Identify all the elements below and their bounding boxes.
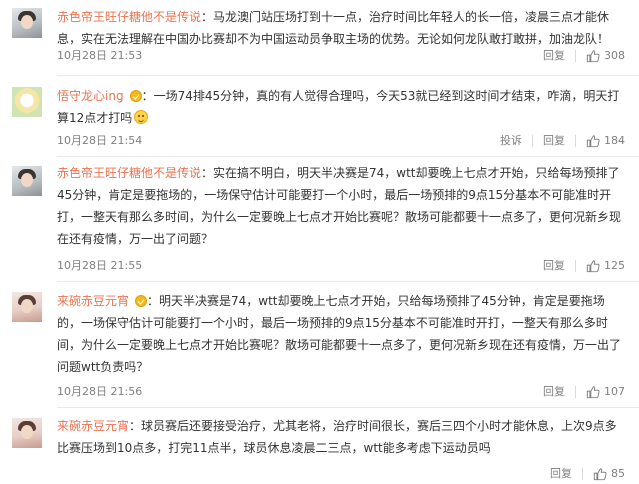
thumbs-up-icon: [586, 50, 600, 63]
comment-meta: 10月28日 21:54 投诉 回复 184: [57, 133, 625, 149]
comment-time: 10月28日 21:56: [57, 385, 143, 398]
like-button[interactable]: 85: [593, 466, 625, 482]
divider: [532, 135, 533, 147]
username-link[interactable]: 赤色帝王旺仔糖他不是传说: [57, 166, 201, 180]
like-button[interactable]: 107: [586, 384, 625, 400]
comment-meta: 10月28日 21:56 回复 107: [57, 384, 625, 400]
vip-badge-icon: [129, 90, 142, 102]
comment-text: ：球员赛后还要接受治疗，尤其老将，治疗时间很长，赛后三四个小时才能休息，上次9点…: [57, 419, 617, 455]
comment-meta: 回复 85: [57, 466, 625, 482]
comment-time: 10月28日 21:55: [57, 259, 143, 272]
report-button[interactable]: 投诉: [500, 133, 522, 149]
thumbs-up-icon: [586, 386, 600, 399]
like-count: 85: [611, 467, 625, 480]
like-count: 308: [604, 49, 625, 62]
comment-divider: [57, 75, 639, 76]
like-count: 184: [604, 134, 625, 147]
username-link[interactable]: 来碗赤豆元宵: [57, 294, 129, 308]
emoji-icon: [134, 110, 149, 124]
comment-body: 赤色帝王旺仔糖他不是传说：实在搞不明白，明天半决赛是74，wtt却要晚上七点才开…: [57, 162, 625, 250]
reply-button[interactable]: 回复: [550, 466, 572, 482]
thumbs-up-icon: [586, 260, 600, 273]
comment-body: 来碗赤豆元宵 ：明天半决赛是74，wtt却要晚上七点才开始，只给每场预排了45分钟…: [57, 290, 625, 378]
comment-meta: 10月28日 21:55 回复 125: [57, 258, 625, 274]
avatar[interactable]: [12, 87, 42, 117]
like-count: 125: [604, 259, 625, 272]
thumbs-up-icon: [593, 468, 607, 481]
thumbs-up-icon: [586, 135, 600, 148]
like-button[interactable]: 184: [586, 133, 625, 149]
comment-divider: [57, 156, 639, 157]
like-count: 107: [604, 385, 625, 398]
username-link[interactable]: 来碗赤豆元宵: [57, 419, 129, 433]
reply-button[interactable]: 回复: [543, 384, 565, 400]
reply-button[interactable]: 回复: [543, 133, 565, 149]
divider: [582, 468, 583, 480]
reply-button[interactable]: 回复: [543, 258, 565, 274]
comment-divider: [57, 281, 639, 282]
divider: [575, 260, 576, 272]
avatar[interactable]: [12, 166, 42, 196]
comment-actions: 回复 107: [543, 384, 625, 400]
divider: [575, 386, 576, 398]
comment-actions: 回复 85: [550, 466, 625, 482]
comment-actions: 回复 308: [543, 48, 625, 64]
comment-body: 赤色帝王旺仔糖他不是传说：马龙澳门站压场打到十一点，治疗时间比年轻人的长一倍，凌…: [57, 6, 625, 50]
comment-time: 10月28日 21:54: [57, 134, 143, 147]
divider: [575, 50, 576, 62]
avatar[interactable]: [12, 292, 42, 322]
like-button[interactable]: 125: [586, 258, 625, 274]
comment-actions: 回复 125: [543, 258, 625, 274]
reply-button[interactable]: 回复: [543, 48, 565, 64]
comment-actions: 投诉 回复 184: [500, 133, 625, 149]
comment-meta: 10月28日 21:53 回复 308: [57, 48, 625, 64]
avatar[interactable]: [12, 8, 42, 38]
like-button[interactable]: 308: [586, 48, 625, 64]
avatar[interactable]: [12, 418, 42, 448]
vip-badge-icon: [135, 295, 148, 307]
username-link[interactable]: 赤色帝王旺仔糖他不是传说: [57, 10, 201, 24]
username-link[interactable]: 悟守龙心ing: [57, 89, 124, 103]
comment-divider: [57, 407, 639, 408]
comment-body: 来碗赤豆元宵：球员赛后还要接受治疗，尤其老将，治疗时间很长，赛后三四个小时才能休…: [57, 415, 625, 459]
comment-time: 10月28日 21:53: [57, 49, 143, 62]
comment-body: 悟守龙心ing ：一场74排45分钟，真的有人觉得合理吗，今天53就已经到这时间才…: [57, 85, 625, 129]
divider: [575, 135, 576, 147]
